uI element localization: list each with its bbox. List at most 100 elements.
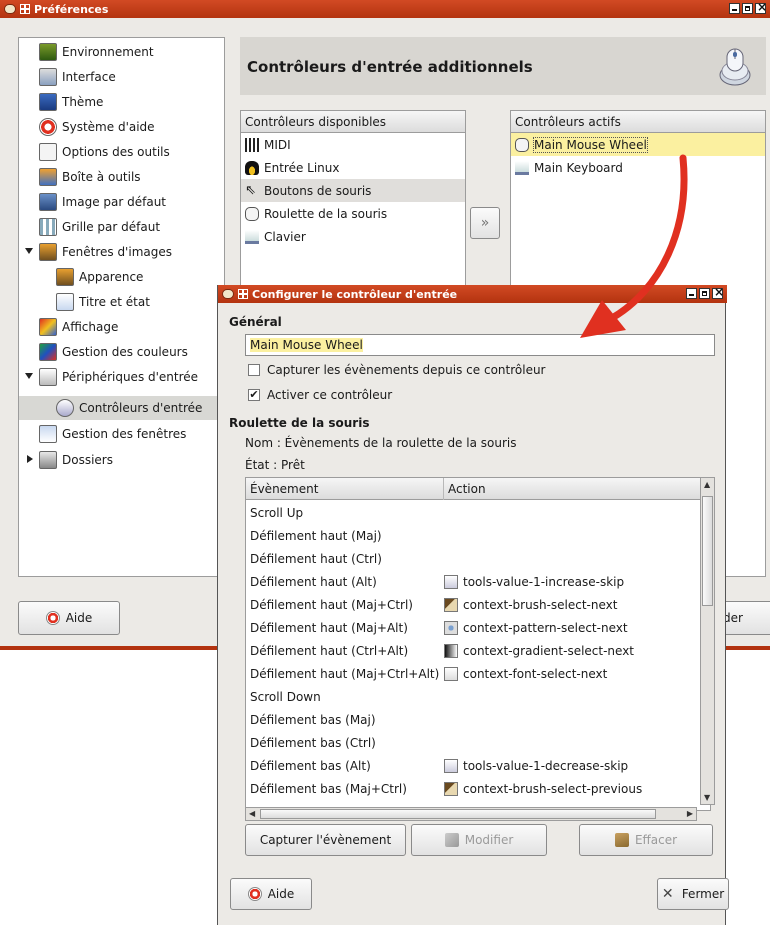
event-name-cell: Défilement haut (Maj+Ctrl) (250, 597, 413, 612)
appearance-icon (56, 268, 74, 286)
pattern-icon (444, 620, 458, 635)
sidebar-item-boite-outils[interactable]: Boîte à outils (39, 165, 141, 189)
vertical-scrollbar[interactable]: ▲ ▼ (700, 477, 715, 805)
sidebar-item-label: Environnement (62, 45, 154, 59)
folders-icon (39, 451, 57, 469)
expander-down-icon[interactable] (25, 248, 33, 254)
list-item-main-mouse-wheel[interactable]: Main Mouse Wheel (511, 133, 765, 156)
help-label: Aide (267, 887, 295, 901)
sidebar-item-label: Périphériques d'entrée (62, 370, 199, 384)
table-row[interactable]: Défilement haut (Ctrl+Alt) context-gradie… (246, 639, 710, 662)
font-icon (444, 666, 458, 681)
window-menu-icon[interactable] (20, 4, 30, 14)
sidebar-item-controleurs[interactable]: Contrôleurs d'entrée (19, 396, 224, 420)
capture-events-checkbox-row[interactable]: Capturer les évènements depuis ce contrô… (248, 363, 545, 377)
sidebar-item-gestion-couleurs[interactable]: Gestion des couleurs (39, 340, 188, 364)
sidebar-item-apparence[interactable]: Apparence (56, 265, 143, 289)
capture-event-label: Capturer l'évènement (259, 833, 392, 847)
event-name-cell: Défilement bas (Maj) (250, 712, 376, 727)
sidebar-item-gestion-fenetres[interactable]: Gestion des fenêtres (39, 422, 186, 446)
clear-button[interactable]: Effacer (579, 824, 713, 856)
table-row[interactable]: Défilement haut (Alt) tools-value-1-incre… (246, 570, 710, 593)
table-row[interactable]: Défilement haut (Maj+Ctrl+Alt) context-fo… (246, 662, 710, 685)
enable-controller-checkbox-row[interactable]: ✔ Activer ce contrôleur (248, 388, 392, 402)
list-item-roulette-souris[interactable]: Roulette de la souris (241, 202, 465, 225)
column-header-event[interactable]: Évènement (246, 478, 444, 500)
sidebar-item-interface[interactable]: Interface (39, 65, 116, 89)
mouse-controller-icon (719, 48, 751, 86)
preferences-titlebar[interactable]: Préférences (0, 0, 770, 18)
interface-icon (39, 68, 57, 86)
capture-events-checkbox[interactable] (248, 364, 260, 376)
table-row[interactable]: Défilement bas (Maj+Ctrl) context-brush-s… (246, 777, 710, 800)
close-icon[interactable] (755, 0, 767, 14)
horizontal-scrollbar[interactable]: ◀ ▶ (245, 807, 697, 821)
scroll-right-icon[interactable]: ▶ (687, 809, 693, 818)
window-menu-icon[interactable] (238, 289, 248, 299)
sidebar-item-label: Thème (62, 95, 104, 109)
enable-controller-checkbox[interactable]: ✔ (248, 389, 260, 401)
modify-button[interactable]: Modifier (411, 824, 547, 856)
sidebar-item-dossiers[interactable]: Dossiers (39, 448, 113, 472)
table-row[interactable]: Défilement bas (Alt) tools-value-1-decrea… (246, 754, 710, 777)
dialog-titlebar[interactable]: Configurer le contrôleur d'entrée (218, 285, 727, 303)
theme-icon (39, 93, 57, 111)
sidebar-item-grille-defaut[interactable]: Grille par défaut (39, 215, 160, 239)
table-row[interactable]: Défilement bas (Maj) (246, 708, 710, 731)
action-name: context-gradient-select-next (463, 643, 635, 658)
table-row[interactable]: Défilement haut (Maj) (246, 524, 710, 547)
scroll-up-icon[interactable]: ▲ (704, 480, 710, 489)
sidebar-item-aide[interactable]: Système d'aide (39, 115, 155, 139)
toolbox-icon (39, 168, 57, 186)
preferences-sidebar[interactable]: Environnement Interface Thème Système d'… (18, 37, 225, 577)
sidebar-item-theme[interactable]: Thème (39, 90, 103, 114)
available-controllers-header[interactable]: Contrôleurs disponibles (241, 111, 465, 133)
table-row[interactable]: Scroll Down (246, 685, 710, 708)
table-row[interactable]: Défilement bas (Ctrl) (246, 731, 710, 754)
expander-right-icon[interactable] (27, 455, 33, 463)
scroll-down-icon[interactable]: ▼ (704, 793, 710, 802)
close-dialog-button[interactable]: ✕ Fermer (657, 878, 729, 910)
sidebar-item-affichage[interactable]: Affichage (39, 315, 118, 339)
table-row[interactable]: Scroll Up (246, 501, 710, 524)
list-item-entree-linux[interactable]: Entrée Linux (241, 156, 465, 179)
minimize-icon[interactable] (729, 3, 740, 14)
maximize-icon[interactable] (742, 3, 753, 14)
sidebar-item-options-outils[interactable]: Options des outils (39, 140, 170, 164)
sidebar-item-fenetres-images[interactable]: Fenêtres d'images (39, 240, 172, 264)
capture-events-label: Capturer les évènements depuis ce contrô… (267, 363, 546, 377)
controller-name-value: Main Mouse Wheel (250, 338, 363, 352)
maximize-icon[interactable] (699, 288, 710, 299)
general-section-title: Général (229, 315, 282, 329)
list-item-main-keyboard[interactable]: Main Keyboard (511, 156, 765, 179)
column-header-action[interactable]: Action (444, 478, 696, 500)
dialog-help-button[interactable]: Aide (230, 878, 312, 910)
horizontal-scroll-thumb[interactable] (260, 809, 656, 819)
sidebar-item-label: Gestion des fenêtres (62, 427, 187, 441)
active-controllers-header[interactable]: Contrôleurs actifs (511, 111, 765, 133)
table-row[interactable]: Défilement haut (Maj+Alt) context-pattern… (246, 616, 710, 639)
controller-name-field[interactable]: Main Mouse Wheel (245, 334, 715, 356)
capture-event-button[interactable]: Capturer l'évènement (245, 824, 406, 856)
scroll-left-icon[interactable]: ◀ (249, 809, 255, 818)
add-controller-button[interactable]: » (470, 207, 500, 239)
sidebar-item-peripheriques[interactable]: Périphériques d'entrée (39, 365, 198, 389)
action-cell: context-brush-select-next (444, 597, 617, 612)
sidebar-item-label: Système d'aide (62, 120, 155, 134)
table-row[interactable]: Défilement haut (Ctrl) (246, 547, 710, 570)
events-table[interactable]: Évènement Action Scroll Up Défilement hau… (245, 477, 711, 811)
sidebar-item-environnement[interactable]: Environnement (39, 40, 154, 64)
help-button[interactable]: Aide (18, 601, 120, 635)
table-row[interactable]: Défilement haut (Maj+Ctrl) context-brush-… (246, 593, 710, 616)
image-icon (39, 193, 57, 211)
sidebar-item-image-defaut[interactable]: Image par défaut (39, 190, 166, 214)
list-item-clavier[interactable]: Clavier (241, 225, 465, 248)
vertical-scroll-thumb[interactable] (702, 496, 713, 606)
list-item-midi[interactable]: MIDI (241, 133, 465, 156)
list-item-boutons-souris[interactable]: ⇖ Boutons de souris (241, 179, 465, 202)
sidebar-item-titre-etat[interactable]: Titre et état (56, 290, 150, 314)
close-icon[interactable] (712, 285, 724, 299)
expander-down-icon[interactable] (25, 373, 33, 379)
sidebar-item-label: Grille par défaut (62, 220, 161, 234)
minimize-icon[interactable] (686, 288, 697, 299)
